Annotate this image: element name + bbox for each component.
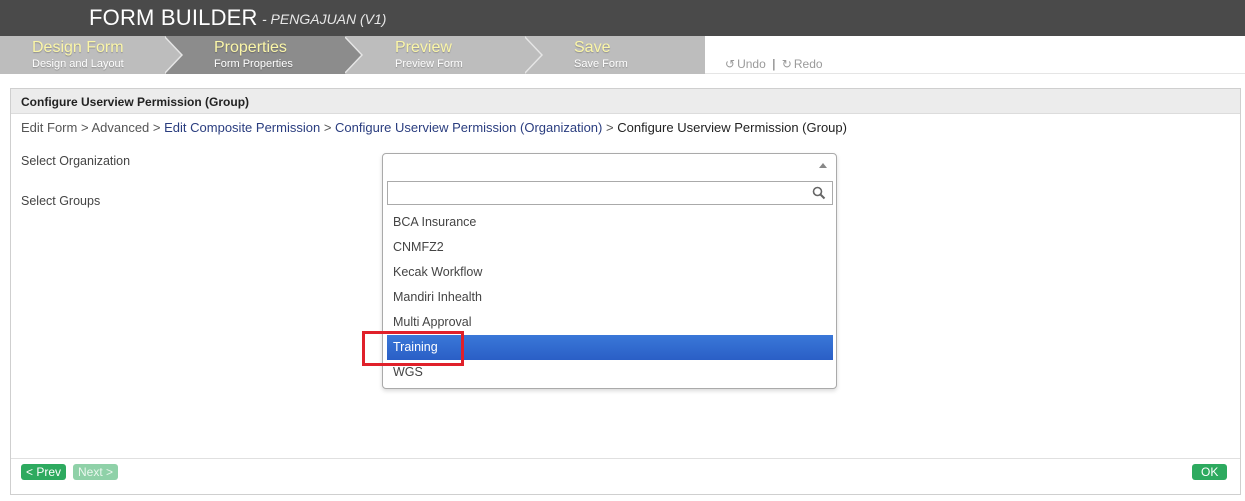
prev-button[interactable]: < Prev <box>21 464 67 480</box>
undo-icon: ↺ <box>725 57 736 71</box>
dropdown-option[interactable]: WGS <box>387 360 833 385</box>
undo-button[interactable]: ↺ Undo <box>725 57 766 71</box>
redo-label: Redo <box>793 57 823 71</box>
dropdown-option[interactable]: BCA Insurance <box>387 210 833 235</box>
dropdown-search-input[interactable] <box>387 181 833 205</box>
breadcrumb-configure-organization[interactable]: Configure Userview Permission (Organizat… <box>335 120 602 135</box>
form-subtitle: - PENGAJUAN (V1) <box>262 11 387 27</box>
toolbar-separator: | <box>772 57 776 71</box>
wizard-steps: Design Form Design and Layout Properties… <box>0 36 705 74</box>
breadcrumb-separator: > <box>152 120 161 135</box>
step-design-form[interactable]: Design Form Design and Layout <box>0 36 166 74</box>
search-icon <box>812 186 826 200</box>
select-toggle[interactable] <box>383 154 836 178</box>
step-properties-subtitle: Form Properties <box>214 58 293 70</box>
breadcrumb-advanced: Advanced <box>91 120 150 135</box>
step-preview-title: Preview <box>395 39 452 56</box>
dropdown-option[interactable]: Kecak Workflow <box>387 260 833 285</box>
step-save[interactable]: Save Save Form <box>523 36 705 74</box>
breadcrumb: Edit Form > Advanced > Edit Composite Pe… <box>21 120 847 135</box>
organization-select-dropdown[interactable]: BCA Insurance CNMFZ2 Kecak Workflow Mand… <box>382 153 837 389</box>
breadcrumb-separator: > <box>606 120 614 135</box>
step-design-form-subtitle: Design and Layout <box>32 58 124 70</box>
select-groups-label: Select Groups <box>21 194 101 208</box>
step-save-title: Save <box>574 39 611 56</box>
step-properties-title: Properties <box>214 39 287 56</box>
dropdown-option[interactable]: CNMFZ2 <box>387 235 833 260</box>
caret-up-icon <box>819 163 827 168</box>
panel-header: Configure Userview Permission (Group) <box>11 89 1240 114</box>
redo-icon: ↻ <box>781 57 792 71</box>
step-divider <box>163 36 181 74</box>
redo-button[interactable]: ↻ Redo <box>782 57 823 71</box>
breadcrumb-current: Configure Userview Permission (Group) <box>617 120 847 135</box>
step-divider <box>523 36 541 74</box>
breadcrumb-separator: > <box>80 120 89 135</box>
app-header: FORM BUILDER - PENGAJUAN (V1) <box>0 0 1245 36</box>
dropdown-option[interactable]: Multi Approval <box>387 310 833 335</box>
step-preview[interactable]: Preview Preview Form <box>343 36 526 74</box>
undo-redo-toolbar: ↺ Undo | ↻ Redo <box>705 36 1245 74</box>
step-properties[interactable]: Properties Form Properties <box>163 36 346 74</box>
panel-title: Configure Userview Permission (Group) <box>21 95 250 109</box>
breadcrumb-separator: > <box>323 120 332 135</box>
dropdown-options: BCA Insurance CNMFZ2 Kecak Workflow Mand… <box>387 210 833 385</box>
undo-label: Undo <box>737 57 766 71</box>
step-divider <box>343 36 361 74</box>
step-design-form-title: Design Form <box>32 39 124 56</box>
select-organization-label: Select Organization <box>21 154 131 168</box>
step-preview-subtitle: Preview Form <box>395 58 463 70</box>
dropdown-option-highlighted[interactable]: Training <box>387 335 833 360</box>
ok-button[interactable]: OK <box>1192 464 1228 480</box>
app-title: FORM BUILDER <box>89 5 258 30</box>
breadcrumb-edit-form: Edit Form <box>21 120 78 135</box>
dropdown-option[interactable]: Mandiri Inhealth <box>387 285 833 310</box>
next-button[interactable]: Next > <box>73 464 119 480</box>
step-save-subtitle: Save Form <box>574 58 628 70</box>
breadcrumb-edit-composite[interactable]: Edit Composite Permission <box>164 120 320 135</box>
panel-footer <box>11 458 1240 494</box>
